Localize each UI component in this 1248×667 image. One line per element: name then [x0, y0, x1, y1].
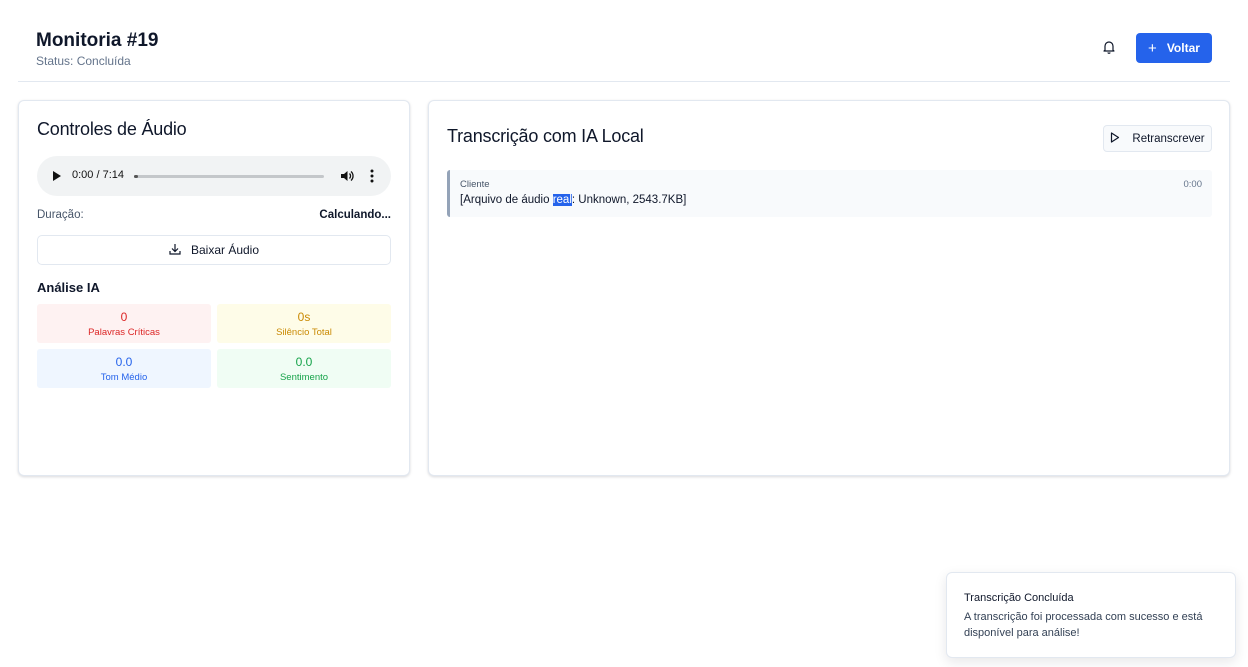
transcription-card-title: Transcrição com IA Local: [447, 126, 644, 146]
stat-label: Sentimento: [279, 372, 329, 383]
duration-label: Duração:: [37, 209, 84, 221]
stat-average-tone: 0.0 Tom Médio: [37, 349, 211, 388]
stat-total-silence: 0s Silêncio Total: [217, 304, 391, 343]
download-audio-button[interactable]: Baixar Áudio: [37, 235, 391, 265]
toast-notification[interactable]: Transcrição Concluída A transcrição foi …: [946, 572, 1236, 658]
stat-value: 0: [120, 310, 128, 324]
transcription-card: Transcrição com IA Local Retranscrever C…: [428, 100, 1230, 476]
page-title: Monitoria #19: [36, 30, 159, 51]
duration-value: Calculando...: [319, 209, 391, 221]
stat-critical-words: 0 Palavras Críticas: [37, 304, 211, 343]
stat-value: 0.0: [115, 355, 133, 369]
stat-value: 0s: [297, 310, 311, 324]
segment-text: [Arquivo de áudio real: Unknown, 2543.7K…: [460, 194, 686, 206]
analysis-title: Análise IA: [37, 280, 100, 295]
back-button-label: Voltar: [1166, 41, 1200, 55]
stat-label: Palavras Críticas: [88, 327, 160, 338]
stat-value: 0.0: [295, 355, 313, 369]
download-audio-label: Baixar Áudio: [190, 243, 260, 257]
page-header: Monitoria #19 Status: Concluída + Voltar: [18, 0, 1230, 82]
audio-seek-bar[interactable]: [134, 175, 324, 178]
stat-label: Tom Médio: [100, 372, 148, 383]
audio-controls-card: Controles de Áudio 0:00 / 7:14 Duração: …: [18, 100, 410, 476]
page-status: Status: Concluída: [36, 54, 131, 68]
segment-text-selection: real: [552, 194, 572, 206]
audio-card-title: Controles de Áudio: [37, 119, 187, 139]
bell-icon[interactable]: [1101, 38, 1117, 56]
play-icon[interactable]: [53, 171, 61, 181]
transcript-segment: Cliente 0:00 [Arquivo de áudio real: Unk…: [447, 170, 1212, 217]
stat-sentiment: 0.0 Sentimento: [217, 349, 391, 388]
retranscribe-button[interactable]: Retranscrever: [1103, 125, 1212, 152]
retranscribe-label: Retranscrever: [1132, 132, 1205, 145]
download-icon: [169, 243, 181, 258]
audio-player: 0:00 / 7:14: [37, 156, 391, 196]
plus-icon: +: [1148, 39, 1157, 57]
more-options-icon[interactable]: [365, 168, 379, 184]
back-button[interactable]: + Voltar: [1136, 33, 1212, 63]
toast-body: A transcrição foi processada com sucesso…: [964, 611, 1203, 639]
segment-speaker: Cliente: [460, 179, 490, 190]
volume-icon[interactable]: [340, 169, 354, 183]
audio-seek-progress: [134, 175, 138, 178]
play-outline-icon: [1110, 131, 1120, 146]
segment-timestamp[interactable]: 0:00: [1184, 179, 1203, 190]
toast-title: Transcrição Concluída: [964, 592, 1074, 604]
stat-label: Silêncio Total: [276, 327, 332, 338]
audio-time: 0:00 / 7:14: [72, 169, 124, 181]
segment-text-after: : Unknown, 2543.7KB]: [571, 194, 687, 206]
segment-text-before: [Arquivo de áudio: [460, 194, 553, 206]
